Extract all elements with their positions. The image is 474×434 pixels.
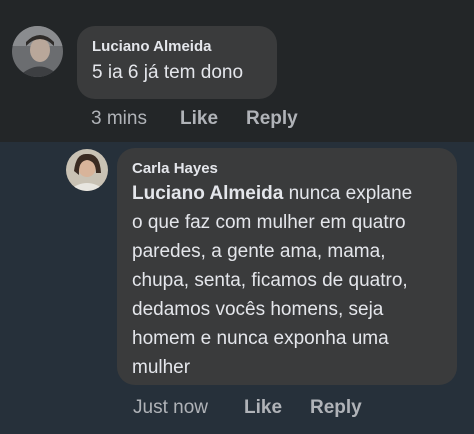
reply-timestamp: Just now — [133, 397, 208, 418]
reply-reply-button[interactable]: Reply — [310, 397, 362, 419]
reply-mention-link[interactable]: Luciano Almeida — [132, 183, 283, 204]
commenter-avatar[interactable] — [12, 26, 63, 77]
reply-text-line: homem e nunca exponha uma — [132, 328, 389, 349]
comment-timestamp: 3 mins — [91, 108, 147, 129]
reply-text-line: Luciano Almeida nunca explane — [132, 183, 413, 204]
reply-text-line: mulher — [132, 357, 191, 378]
reply-text-line: dedamos vocês homens, seja — [132, 299, 384, 320]
reply-text-line: paredes, a gente ama, mama, — [132, 241, 386, 262]
reply-text-line: o que faz com mulher em quatro — [132, 212, 406, 233]
avatar-photo-icon — [12, 26, 63, 77]
comment-text: 5 ia 6 já tem dono — [92, 62, 244, 83]
comment-reply-button[interactable]: Reply — [246, 108, 298, 130]
replier-avatar[interactable] — [66, 149, 108, 191]
reply-text-line: chupa, senta, ficamos de quatro, — [132, 270, 408, 291]
comment-author[interactable]: Luciano Almeida — [92, 38, 211, 55]
comment-like-button[interactable]: Like — [180, 108, 218, 130]
reply-text: Luciano Almeida nunca explane o que faz … — [132, 179, 452, 382]
reply-author[interactable]: Carla Hayes — [132, 160, 218, 177]
avatar-photo-icon — [66, 149, 108, 191]
reply-like-button[interactable]: Like — [244, 397, 282, 419]
